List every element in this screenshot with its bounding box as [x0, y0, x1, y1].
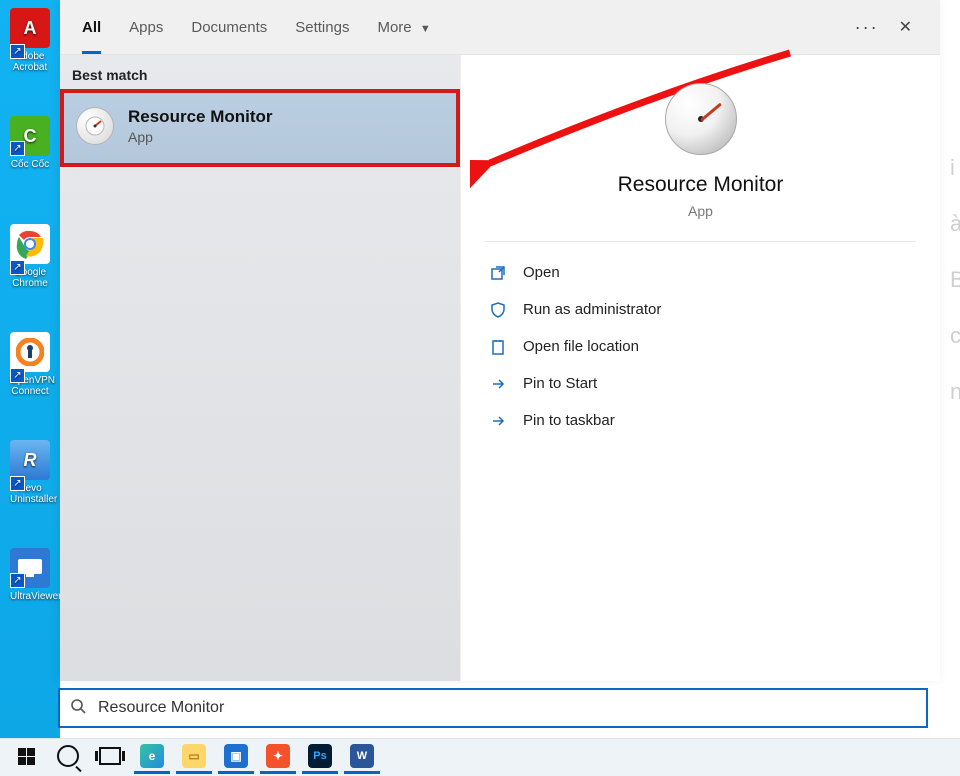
preview-subtitle: App: [485, 203, 916, 219]
pin-icon: [489, 376, 507, 392]
best-match-heading: Best match: [60, 55, 460, 89]
search-icon: [70, 698, 86, 719]
taskbar-app-brave[interactable]: ✦: [260, 741, 296, 774]
gauge-icon: [665, 83, 737, 155]
action-run-admin[interactable]: Run as administrator: [475, 291, 926, 328]
folder-icon: [489, 339, 507, 355]
action-label: Open: [523, 264, 560, 281]
search-bar[interactable]: [58, 688, 928, 728]
taskbar-app-edge[interactable]: e: [134, 741, 170, 774]
start-search-panel: All Apps Documents Settings More ▼ ··· ✕…: [60, 0, 940, 680]
taskbar: e ▭ ▣ ✦ Ps W: [0, 738, 960, 776]
taskbar-search-button[interactable]: [50, 741, 86, 774]
more-options-icon[interactable]: ···: [855, 17, 879, 38]
action-pin-start[interactable]: Pin to Start: [475, 365, 926, 402]
start-button[interactable]: [8, 741, 44, 774]
search-tabs: All Apps Documents Settings More ▼ ··· ✕: [60, 0, 940, 55]
tab-documents[interactable]: Documents: [191, 11, 267, 44]
preview-column: Resource Monitor App Open Run as adminis…: [460, 55, 940, 681]
action-label: Open file location: [523, 338, 639, 355]
action-label: Run as administrator: [523, 301, 661, 318]
taskbar-app-word[interactable]: W: [344, 741, 380, 774]
action-label: Pin to taskbar: [523, 412, 615, 429]
action-open[interactable]: Open: [475, 254, 926, 291]
preview-title: Resource Monitor: [485, 173, 916, 197]
pin-icon: [489, 413, 507, 429]
tab-all[interactable]: All: [82, 11, 101, 44]
task-view-button[interactable]: [92, 741, 128, 774]
desktop-icon-chrome[interactable]: ↗ Google Chrome: [10, 224, 50, 289]
taskbar-app-explorer[interactable]: ▭: [176, 741, 212, 774]
taskbar-app-photoshop[interactable]: Ps: [302, 741, 338, 774]
close-icon[interactable]: ✕: [893, 11, 918, 43]
desktop-icon-ultraviewer[interactable]: ↗ UltraViewer: [10, 548, 50, 602]
search-input[interactable]: [96, 698, 916, 718]
result-title: Resource Monitor: [128, 107, 273, 127]
desktop-icon-label: UltraViewer: [10, 591, 62, 602]
chevron-down-icon: ▼: [420, 23, 431, 35]
desktop-icon-openvpn[interactable]: ↗ OpenVPN Connect: [10, 332, 50, 397]
background-text: iàBcn: [950, 140, 960, 420]
desktop-icon-revo[interactable]: R↗ Revo Uninstaller: [10, 440, 50, 505]
result-subtitle: App: [128, 129, 273, 145]
taskbar-app-store[interactable]: ▣: [218, 741, 254, 774]
action-label: Pin to Start: [523, 375, 597, 392]
tab-more[interactable]: More ▼: [377, 11, 430, 44]
shield-icon: [489, 302, 507, 318]
result-resource-monitor[interactable]: Resource Monitor App: [60, 89, 460, 167]
action-pin-taskbar[interactable]: Pin to taskbar: [475, 402, 926, 439]
tab-more-label: More: [377, 19, 411, 36]
action-open-location[interactable]: Open file location: [475, 328, 926, 365]
desktop-icon-label: Cốc Cốc: [11, 159, 49, 170]
results-column: Best match Resource Monitor App: [60, 55, 460, 681]
tab-apps[interactable]: Apps: [129, 11, 163, 44]
tab-settings[interactable]: Settings: [295, 11, 349, 44]
open-icon: [489, 265, 507, 281]
desktop-icon-adobe[interactable]: A↗ Adobe Acrobat: [10, 8, 50, 73]
desktop-icon-coccoc[interactable]: C↗ Cốc Cốc: [10, 116, 50, 170]
gauge-icon: [76, 107, 114, 145]
